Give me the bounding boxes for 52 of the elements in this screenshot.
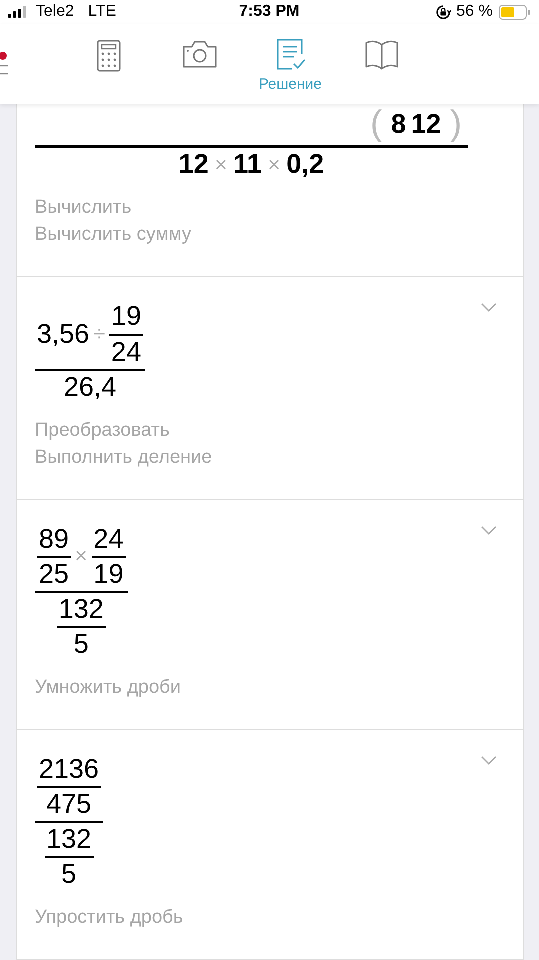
- fraction-bar: [44, 856, 94, 858]
- carrier-name: Tele2: [36, 3, 74, 22]
- math-number: 8: [391, 108, 406, 140]
- math-number: 19: [94, 558, 124, 590]
- math-number: 2136: [39, 754, 100, 785]
- math-number: 11: [233, 149, 262, 180]
- step-hint: Вычислить: [35, 196, 133, 220]
- math-number: 26,4: [64, 372, 117, 403]
- parenthesis: (: [370, 104, 384, 144]
- math-operator: ×: [267, 152, 282, 178]
- math-number: 12: [411, 108, 442, 140]
- chevron-down-icon[interactable]: [481, 303, 497, 312]
- step-hint: Выполнить деление: [35, 446, 214, 470]
- math-operator: ÷: [92, 322, 106, 347]
- math-operator: ×: [74, 544, 89, 570]
- chevron-down-icon[interactable]: [481, 526, 497, 535]
- math-number: 0,2: [286, 149, 324, 180]
- math-number: 5: [74, 628, 89, 660]
- network-type: LTE: [88, 3, 116, 22]
- step-hint: Вычислить сумму: [35, 223, 193, 248]
- math-number: 89: [39, 524, 70, 555]
- math-number: 19: [111, 301, 142, 333]
- math-number: 24: [111, 336, 142, 368]
- fraction-bar: [37, 556, 72, 558]
- math-number: 12: [178, 149, 209, 180]
- battery-icon: [499, 4, 531, 20]
- fraction-bar: [92, 556, 126, 558]
- calculator-icon: [96, 40, 120, 72]
- battery-percent: 56 %: [456, 3, 493, 22]
- chevron-down-icon[interactable]: [481, 756, 497, 765]
- parenthesis: ): [449, 104, 463, 144]
- math-number: 132: [58, 594, 104, 625]
- fraction-bar: [35, 820, 104, 823]
- fraction-bar: [109, 334, 144, 336]
- step-hint: Упростить дробь: [35, 906, 184, 930]
- math-number: 3,56: [37, 319, 90, 350]
- document-check-icon: [276, 38, 306, 70]
- rotation-lock-icon: [436, 4, 451, 20]
- math-number: 5: [62, 858, 77, 890]
- camera-icon: [182, 40, 218, 68]
- step-hint: Преобразовать: [35, 418, 171, 443]
- math-number: 24: [94, 524, 124, 555]
- status-time: 7:53 PM: [239, 3, 300, 22]
- step-hint: Умножить дроби: [35, 676, 182, 700]
- math-number: 132: [46, 824, 92, 855]
- fraction-bar: [56, 626, 106, 628]
- fraction-bar: [37, 786, 102, 788]
- math-number: 25: [39, 558, 70, 590]
- nav-tab[interactable]: Решение: [245, 24, 336, 104]
- book-icon: [364, 40, 398, 70]
- math-operator: ×: [214, 152, 228, 178]
- math-number: 475: [46, 788, 92, 820]
